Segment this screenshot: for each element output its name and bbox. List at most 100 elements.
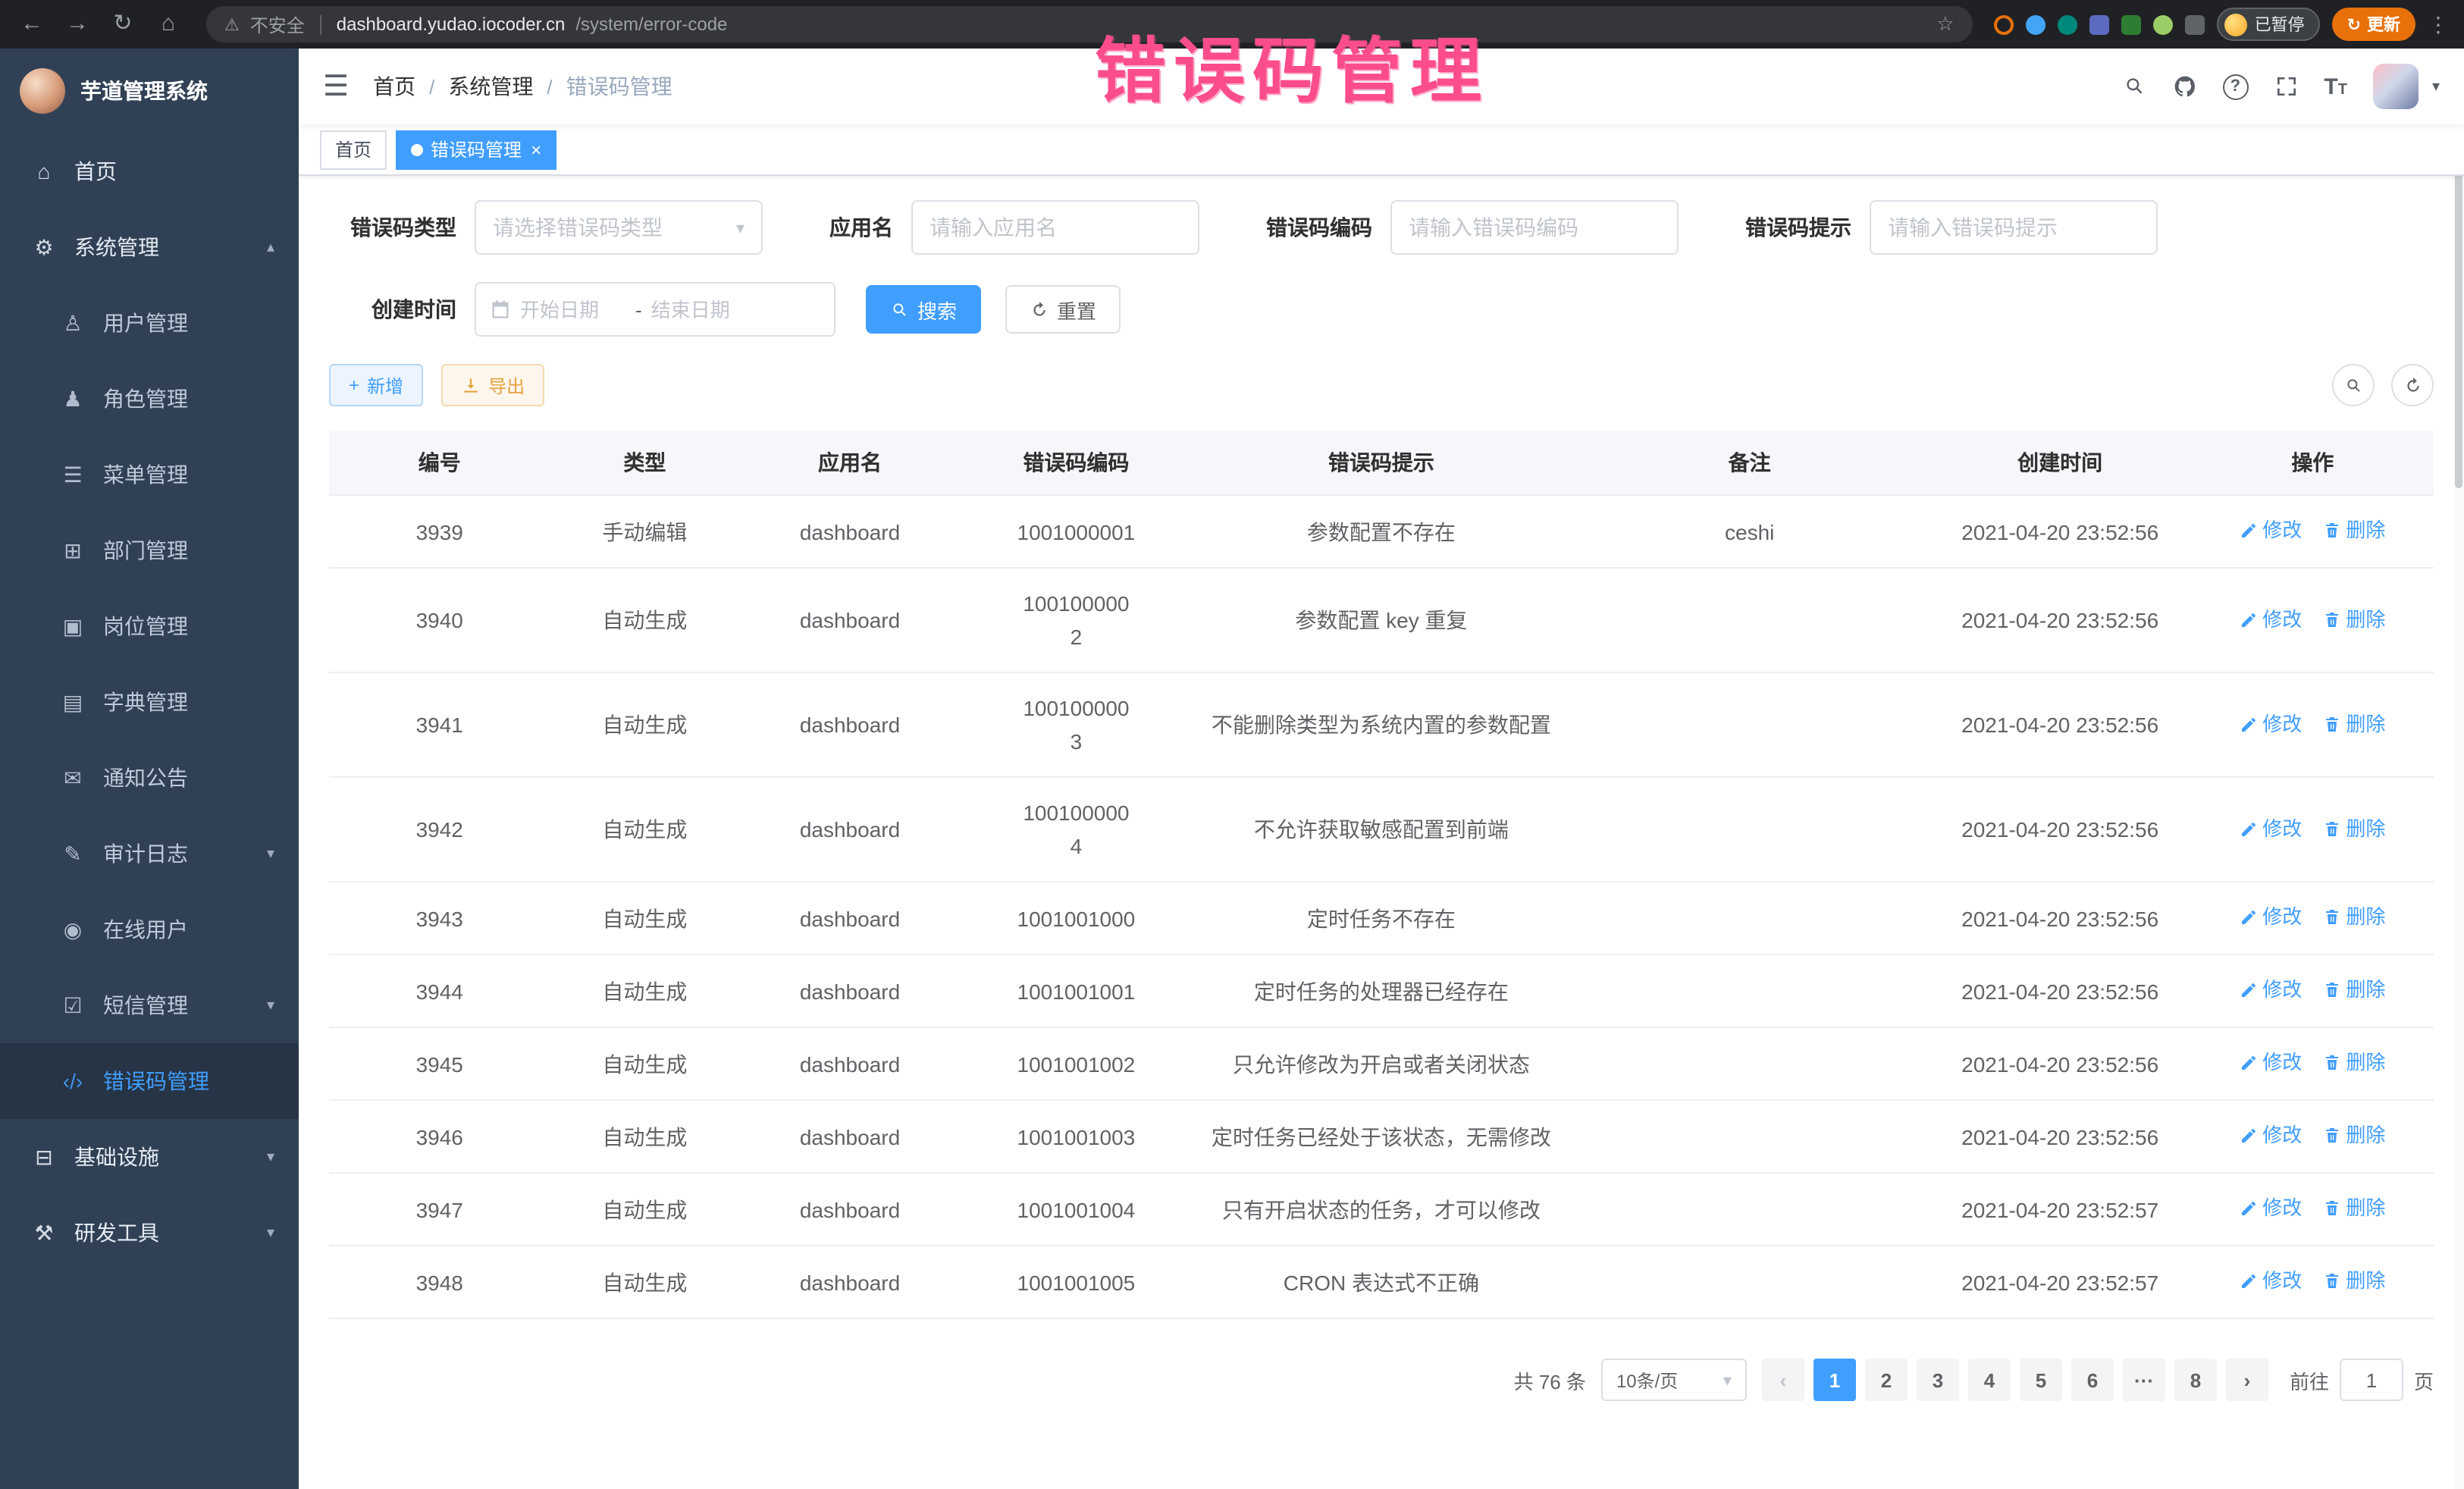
- scrollbar[interactable]: [2453, 49, 2464, 1489]
- bookmark-star-icon[interactable]: ☆: [1936, 12, 1954, 36]
- breadcrumb-item[interactable]: 首页: [373, 71, 415, 102]
- github-icon[interactable]: [2172, 74, 2196, 99]
- error-type-select[interactable]: ▾: [475, 200, 763, 255]
- sidebar-item-error-code[interactable]: ‹/›错误码管理: [0, 1043, 299, 1119]
- sidebar-item-audit-log[interactable]: ✎审计日志▾: [0, 816, 299, 892]
- sidebar-item-infra[interactable]: ⊟基础设施▾: [0, 1119, 299, 1195]
- error-code-input-field[interactable]: [1409, 215, 1660, 240]
- page-button-5[interactable]: 5: [2020, 1359, 2062, 1401]
- sidebar-item-dept[interactable]: ⊞部门管理: [0, 513, 299, 588]
- tab-error-code[interactable]: 错误码管理×: [396, 130, 556, 169]
- sidebar-item-system[interactable]: ⚙系统管理▴: [0, 209, 299, 285]
- delete-button[interactable]: 删除: [2323, 812, 2385, 845]
- edit-button[interactable]: 修改: [2240, 514, 2302, 547]
- prev-page-button[interactable]: ‹: [1762, 1359, 1804, 1401]
- refresh-table-button[interactable]: [2391, 364, 2434, 406]
- address-bar[interactable]: ⚠ 不安全 dashboard.yudao.iocoder.cn/system/…: [206, 6, 1973, 42]
- delete-button[interactable]: 删除: [2323, 1265, 2385, 1298]
- goto-page-input[interactable]: [2340, 1359, 2403, 1401]
- error-code-input[interactable]: [1390, 200, 1679, 255]
- browser-home-icon[interactable]: ⌂: [152, 8, 185, 41]
- page-button-2[interactable]: 2: [1865, 1359, 1908, 1401]
- page-button-3[interactable]: 3: [1917, 1359, 1959, 1401]
- delete-button[interactable]: 删除: [2323, 707, 2385, 741]
- edit-button[interactable]: 修改: [2240, 812, 2302, 845]
- edit-button[interactable]: 修改: [2240, 1265, 2302, 1298]
- search-button[interactable]: 搜索: [866, 285, 981, 334]
- delete-label: 删除: [2346, 1119, 2385, 1152]
- profile-paused-button[interactable]: 已暂停: [2217, 8, 2320, 41]
- app-name-input[interactable]: [911, 200, 1199, 255]
- extension-icon[interactable]: [2089, 14, 2109, 34]
- page-button-1[interactable]: 1: [1814, 1359, 1856, 1401]
- extension-icon[interactable]: [2121, 14, 2141, 34]
- toggle-search-button[interactable]: [2332, 364, 2375, 406]
- delete-button[interactable]: 删除: [2323, 1046, 2385, 1080]
- help-icon[interactable]: ?: [2222, 74, 2248, 99]
- page-size-select[interactable]: 10条/页 ▾: [1601, 1359, 1747, 1401]
- goto-label: 前往: [2290, 1365, 2329, 1394]
- sidebar-item-post[interactable]: ▣岗位管理: [0, 588, 299, 664]
- more-pages-button[interactable]: ···: [2123, 1359, 2165, 1401]
- browser-update-button[interactable]: ↻ 更新: [2332, 8, 2415, 41]
- browser-reload-icon[interactable]: ↻: [106, 8, 140, 41]
- sidebar-item-dict[interactable]: ▤字典管理: [0, 664, 299, 740]
- sidebar-toggle-icon[interactable]: ☰: [323, 69, 349, 104]
- page-button-6[interactable]: 6: [2071, 1359, 2114, 1401]
- edit-button[interactable]: 修改: [2240, 1119, 2302, 1152]
- sidebar-item-label: 基础设施: [74, 1142, 159, 1172]
- date-range-picker[interactable]: -: [475, 282, 835, 337]
- scrollbar-thumb[interactable]: [2455, 139, 2462, 488]
- edit-button[interactable]: 修改: [2240, 707, 2302, 741]
- browser-menu-icon[interactable]: ⋮: [2428, 11, 2449, 37]
- extension-icon[interactable]: [2058, 14, 2077, 34]
- extension-icon[interactable]: [2153, 14, 2173, 34]
- sidebar-item-notice[interactable]: ✉通知公告: [0, 740, 299, 816]
- delete-button[interactable]: 删除: [2323, 514, 2385, 547]
- sidebar-item-sms[interactable]: ☑短信管理▾: [0, 967, 299, 1043]
- user-avatar[interactable]: [2373, 64, 2419, 109]
- delete-button[interactable]: 删除: [2323, 1192, 2385, 1225]
- delete-button[interactable]: 删除: [2323, 901, 2385, 934]
- add-button[interactable]: + 新增: [329, 364, 423, 406]
- delete-button[interactable]: 删除: [2323, 1119, 2385, 1152]
- sidebar-item-menu[interactable]: ☰菜单管理: [0, 437, 299, 513]
- search-icon[interactable]: [2122, 74, 2146, 99]
- app-name-input-field[interactable]: [929, 215, 1181, 240]
- extension-icon[interactable]: [1994, 14, 2014, 34]
- security-warning-label[interactable]: 不安全: [250, 11, 305, 37]
- page-button-8[interactable]: 8: [2174, 1359, 2217, 1401]
- app-logo[interactable]: 芋道管理系统: [0, 49, 299, 133]
- delete-button[interactable]: 删除: [2323, 603, 2385, 636]
- error-hint-input-field[interactable]: [1888, 215, 2140, 240]
- tab-home[interactable]: 首页: [320, 130, 387, 169]
- error-type-input-field[interactable]: [493, 215, 730, 240]
- sidebar-item-online-user[interactable]: ◉在线用户: [0, 892, 299, 967]
- error-hint-input[interactable]: [1870, 200, 2158, 255]
- font-size-icon[interactable]: TT: [2324, 75, 2347, 98]
- sidebar-item-dev-tools[interactable]: ⚒研发工具▾: [0, 1195, 299, 1271]
- next-page-button[interactable]: ›: [2226, 1359, 2268, 1401]
- edit-button[interactable]: 修改: [2240, 901, 2302, 934]
- start-date-input[interactable]: [520, 298, 626, 321]
- edit-button[interactable]: 修改: [2240, 1192, 2302, 1225]
- extension-icon[interactable]: [2026, 14, 2045, 34]
- breadcrumb-item[interactable]: 系统管理: [448, 71, 533, 102]
- fullscreen-icon[interactable]: [2274, 74, 2298, 99]
- close-icon[interactable]: ×: [531, 139, 541, 160]
- puzzle-extension-icon[interactable]: [2185, 14, 2205, 34]
- browser-forward-icon[interactable]: →: [61, 8, 94, 41]
- end-date-input[interactable]: [651, 298, 757, 321]
- sidebar-item-home[interactable]: ⌂首页: [0, 133, 299, 209]
- edit-button[interactable]: 修改: [2240, 973, 2302, 1007]
- browser-back-icon[interactable]: ←: [15, 8, 49, 41]
- export-button[interactable]: 导出: [441, 364, 544, 406]
- sidebar-item-role[interactable]: ♟角色管理: [0, 361, 299, 437]
- reset-button[interactable]: 重置: [1005, 285, 1121, 334]
- sidebar-item-user[interactable]: ♙用户管理: [0, 285, 299, 361]
- page-button-4[interactable]: 4: [1968, 1359, 2011, 1401]
- edit-button[interactable]: 修改: [2240, 1046, 2302, 1080]
- edit-button[interactable]: 修改: [2240, 603, 2302, 636]
- delete-button[interactable]: 删除: [2323, 973, 2385, 1007]
- avatar-caret-icon[interactable]: ▾: [2432, 78, 2440, 95]
